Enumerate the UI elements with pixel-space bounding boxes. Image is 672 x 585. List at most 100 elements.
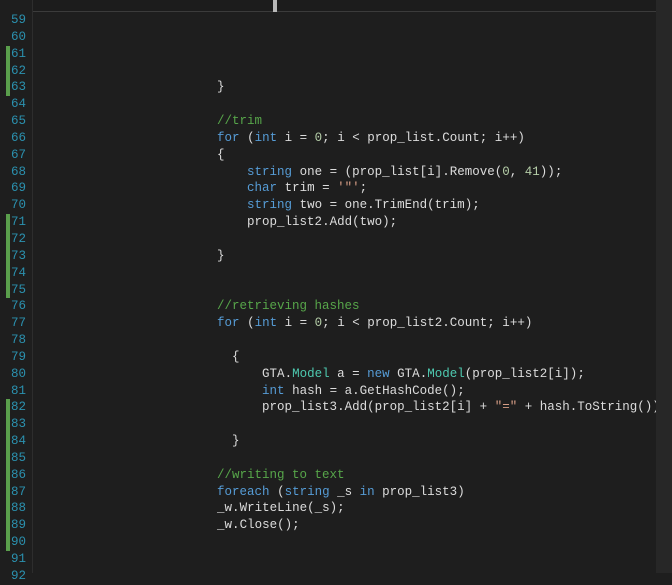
code-token: prop_list3: [262, 400, 337, 414]
code-token: hash: [292, 384, 322, 398]
line-number: 68: [6, 164, 26, 181]
code-token: hash: [540, 400, 570, 414]
code-line: }: [37, 248, 672, 265]
code-token: (: [307, 501, 315, 515]
line-number: 61: [6, 46, 26, 63]
code-line: prop_list3.Add(prop_list2[i] + "=" + has…: [37, 399, 672, 416]
vertical-scrollbar[interactable]: [656, 0, 672, 573]
code-token: i: [337, 131, 345, 145]
code-token: for: [217, 131, 240, 145]
code-line: [37, 534, 672, 551]
code-token: [: [450, 400, 458, 414]
change-marker: [6, 433, 10, 450]
code-token: =: [322, 165, 345, 179]
code-token: string: [247, 165, 292, 179]
code-token: prop_list: [352, 165, 420, 179]
line-number: 75: [6, 282, 26, 299]
change-marker: [6, 214, 10, 231]
line-number: 86: [6, 467, 26, 484]
code-line: for (int i = 0; i < prop_list.Count; i++…: [37, 130, 672, 147]
code-token: _w: [217, 518, 232, 532]
code-token: {: [232, 350, 240, 364]
code-token: Count: [442, 131, 480, 145]
code-token: int: [262, 384, 285, 398]
code-token: .: [352, 384, 360, 398]
code-token: 41: [525, 165, 540, 179]
code-line: [37, 63, 672, 80]
code-token: ToString: [577, 400, 637, 414]
code-token: prop_list: [367, 131, 435, 145]
code-token: ;: [457, 384, 465, 398]
code-line: prop_list2.Add(two);: [37, 214, 672, 231]
code-token: Remove: [450, 165, 495, 179]
code-token: i: [285, 316, 293, 330]
line-number: 88: [6, 500, 26, 517]
change-marker: [6, 282, 10, 299]
code-token: TrimEnd: [375, 198, 428, 212]
code-line: [37, 231, 672, 248]
code-token: prop_list3: [382, 485, 457, 499]
change-marker: [6, 517, 10, 534]
line-number: 90: [6, 534, 26, 551]
code-token: a: [337, 367, 345, 381]
line-number: 82: [6, 399, 26, 416]
line-number: 70: [6, 197, 26, 214]
change-marker: [6, 248, 10, 265]
line-number: 84: [6, 433, 26, 450]
code-line: //trim: [37, 113, 672, 130]
line-number: 65: [6, 113, 26, 130]
code-line: [37, 450, 672, 467]
code-token: trim: [285, 181, 315, 195]
line-number: 71: [6, 214, 26, 231]
code-token: .: [442, 165, 450, 179]
code-token: (: [637, 400, 645, 414]
code-token: Model: [292, 367, 330, 381]
code-token: (: [345, 165, 353, 179]
code-token: ;: [360, 181, 368, 195]
line-number: 64: [6, 96, 26, 113]
line-number: 66: [6, 130, 26, 147]
editor-splitter-handle[interactable]: [273, 0, 277, 12]
code-token: _s: [315, 501, 330, 515]
code-token: ;: [322, 316, 330, 330]
line-number: 91: [6, 551, 26, 568]
code-line: string two = one.TrimEnd(trim);: [37, 197, 672, 214]
line-number-gutter: 5960616263646566676869707172737475767778…: [0, 0, 33, 573]
code-token: =: [345, 367, 368, 381]
code-token: int: [255, 316, 278, 330]
code-line: [37, 96, 672, 113]
code-token: //writing to text: [217, 468, 345, 482]
code-area[interactable]: } //trim for (int i = 0; i < prop_list.C…: [33, 0, 672, 573]
line-number: 76: [6, 298, 26, 315]
code-token: ): [382, 215, 390, 229]
code-token: ;: [555, 165, 563, 179]
code-token: =: [315, 181, 338, 195]
code-line: [37, 568, 672, 573]
code-token: ): [547, 165, 555, 179]
code-token: (: [427, 198, 435, 212]
code-token: [: [547, 367, 555, 381]
code-token: i: [502, 316, 510, 330]
change-marker: [6, 484, 10, 501]
code-line: foreach (string _s in prop_list3): [37, 484, 672, 501]
line-number: 69: [6, 180, 26, 197]
code-token: i: [457, 400, 465, 414]
code-token: i: [337, 316, 345, 330]
code-line: //retrieving hashes: [37, 298, 672, 315]
code-token: Close: [240, 518, 278, 532]
code-line: GTA.Model a = new GTA.Model(prop_list2[i…: [37, 366, 672, 383]
code-token: .: [337, 400, 345, 414]
change-marker: [6, 231, 10, 248]
code-token: for: [217, 316, 240, 330]
code-token: foreach: [217, 485, 270, 499]
code-token: ): [457, 485, 465, 499]
code-line: [37, 332, 672, 349]
change-marker: [6, 399, 10, 416]
code-token: "=": [495, 400, 518, 414]
code-token: ): [330, 501, 338, 515]
code-token: ;: [322, 131, 330, 145]
code-token: _s: [337, 485, 352, 499]
code-line: int hash = a.GetHashCode();: [37, 383, 672, 400]
code-editor[interactable]: 5960616263646566676869707172737475767778…: [0, 0, 672, 573]
code-token: new: [367, 367, 390, 381]
